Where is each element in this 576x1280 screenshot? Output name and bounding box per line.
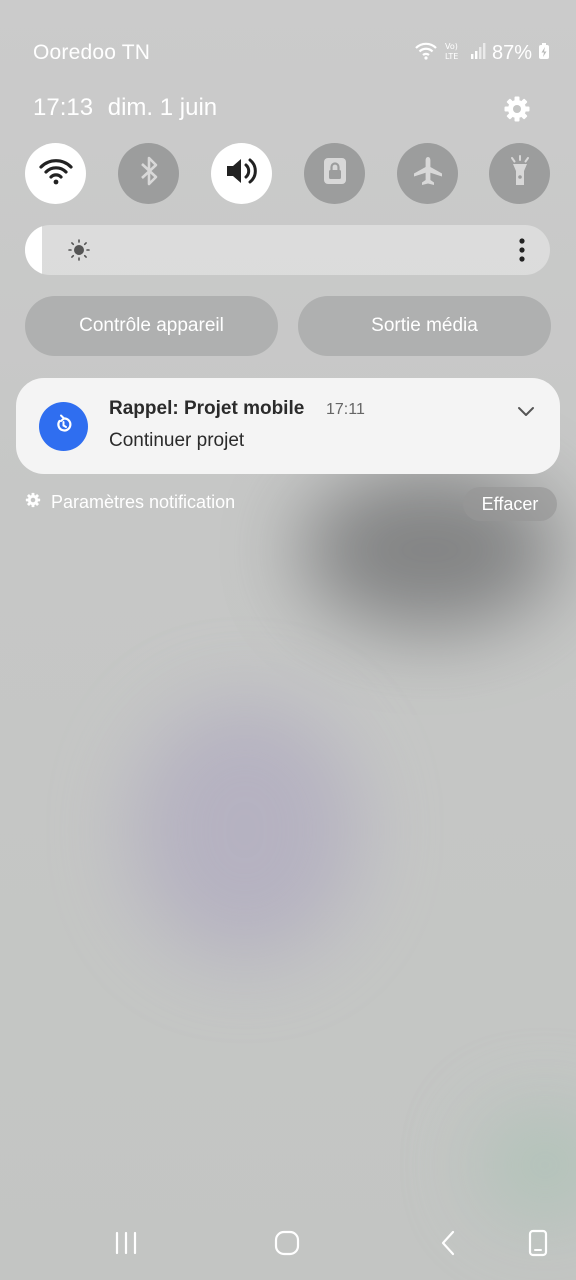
notification-time: 17:11 [326,401,365,418]
notification-title: Rappel: Projet mobile [109,398,305,419]
lock-icon [322,156,348,191]
phone-icon [527,1229,549,1262]
quick-settings-toggles [25,143,550,205]
notification-settings-label: Paramètres notification [51,492,236,512]
status-icons: Vo) LTE 87% [414,40,550,67]
clear-button[interactable]: Effacer [463,487,557,521]
notification-card[interactable]: Rappel: Projet mobile 17:11 Continuer pr… [16,378,560,474]
media-output-button[interactable]: Sortie média [298,296,551,356]
home-button[interactable] [265,1225,309,1265]
clock-date: dim. 1 juin [107,94,218,121]
svg-text:Vo): Vo) [445,42,458,51]
recent-apps-icon [113,1231,139,1260]
app-icon [39,402,88,451]
brightness-fill [25,225,42,275]
recent-apps-button[interactable] [104,1225,148,1265]
device-control-button[interactable]: Contrôle appareil [25,296,278,356]
reminder-icon [52,412,76,441]
date-time: 17:13 dim. 1 juin [33,94,217,122]
carrier-name: Ooredoo TN [33,41,151,64]
more-options-icon[interactable] [512,237,532,263]
chevron-down-icon[interactable] [514,402,538,422]
wifi-icon [38,156,74,191]
toggle-wifi[interactable] [25,143,86,204]
clock-time: 17:13 [33,94,94,121]
back-icon [439,1230,457,1261]
screen-rotate-button[interactable] [516,1225,560,1265]
toggle-sound[interactable] [211,143,272,204]
gear-icon [25,492,41,513]
notification-body: Continuer projet [109,430,245,451]
airplane-icon [411,154,445,193]
wifi-icon [414,41,438,66]
toggle-flashlight[interactable] [489,143,550,204]
status-bar: Ooredoo TN Vo) LTE 87% [33,36,550,70]
volte-lte-icon: Vo) LTE [444,40,464,67]
toggle-bluetooth[interactable] [118,143,179,204]
notification-shade: Ooredoo TN Vo) LTE 87% 17:13 dim. 1 juin… [0,0,576,1280]
home-icon [274,1230,300,1261]
bluetooth-icon [138,155,160,192]
flashlight-icon [507,154,533,193]
gear-icon [503,95,531,128]
volume-icon [224,156,260,191]
back-button[interactable] [426,1225,470,1265]
toggle-rotation-lock[interactable] [304,143,365,204]
toggle-airplane-mode[interactable] [397,143,458,204]
svg-text:LTE: LTE [445,52,458,61]
signal-icon [470,42,486,65]
battery-charging-icon [538,42,550,65]
navigation-bar [0,1225,576,1265]
sun-icon [68,239,90,266]
brightness-slider[interactable] [25,225,550,275]
settings-button[interactable] [499,93,535,129]
notification-settings-link[interactable]: Paramètres notification [25,492,235,513]
battery-percent: 87% [491,41,532,64]
